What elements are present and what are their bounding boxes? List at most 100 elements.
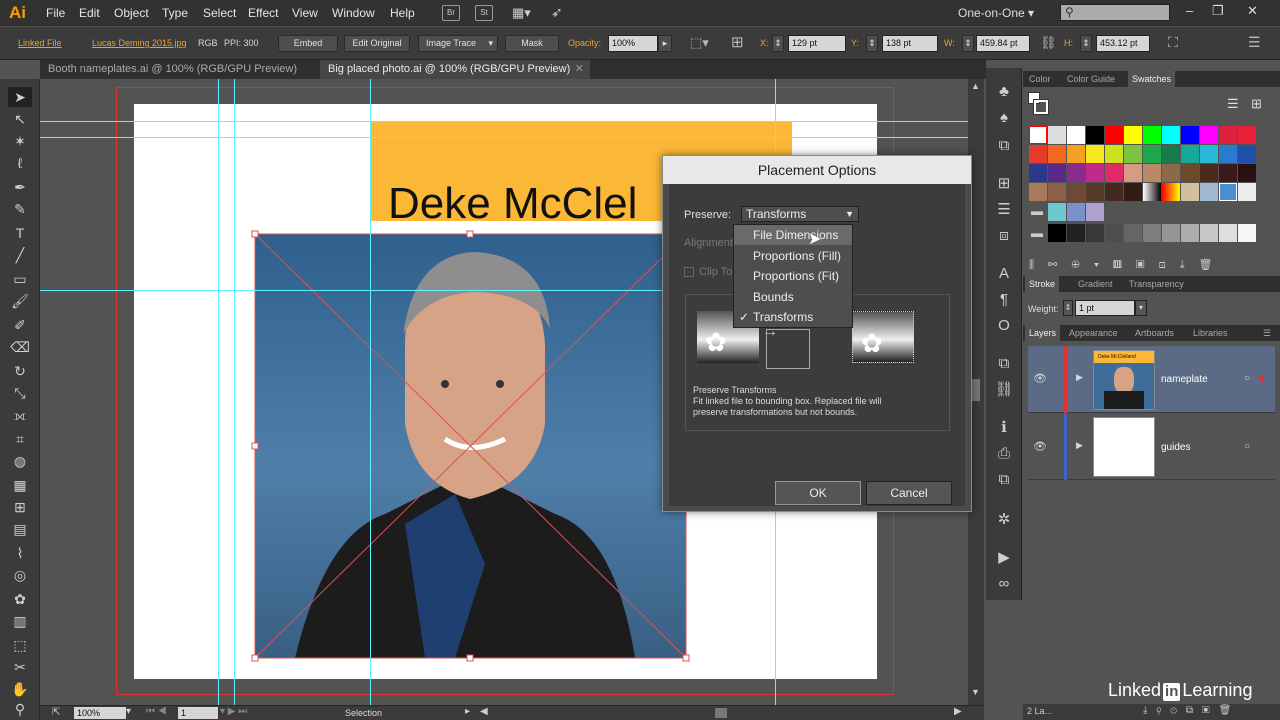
layer-name[interactable]: nameplate bbox=[1161, 374, 1208, 385]
swatch[interactable] bbox=[1181, 164, 1199, 182]
swatch[interactable] bbox=[1181, 126, 1199, 144]
edit-original-button[interactable]: Edit Original bbox=[344, 35, 410, 52]
swatch[interactable] bbox=[1143, 164, 1161, 182]
tab-layers[interactable]: Layers bbox=[1025, 325, 1061, 341]
info-icon[interactable]: ℹ bbox=[993, 418, 1015, 438]
opacity-label[interactable]: Opacity: bbox=[568, 38, 601, 48]
swatch[interactable] bbox=[1086, 183, 1104, 201]
swatch[interactable] bbox=[1086, 164, 1104, 182]
layer-row-guides[interactable]: 👁 ▶ guides ○ bbox=[1028, 414, 1275, 480]
folder-icon[interactable]: ▬ bbox=[1031, 226, 1043, 240]
weight-dropdown-icon[interactable]: ▾ bbox=[1135, 300, 1147, 316]
option-transforms[interactable]: ✓ Transforms bbox=[734, 307, 852, 327]
swatch[interactable] bbox=[1124, 145, 1142, 163]
minimize-button[interactable]: – bbox=[1186, 3, 1193, 18]
zoom-dropdown-icon[interactable]: ▾ bbox=[126, 706, 131, 717]
zoom-to-fit-icon[interactable]: ⇱ bbox=[52, 707, 60, 718]
swatch[interactable] bbox=[1048, 224, 1066, 242]
tab-swatches[interactable]: Swatches bbox=[1128, 71, 1176, 87]
width-tool-icon[interactable]: ⟗ bbox=[8, 405, 32, 425]
links-icon[interactable]: ⛓ bbox=[993, 380, 1015, 400]
magic-wand-tool-icon[interactable]: ✶ bbox=[8, 131, 32, 151]
perspective-grid-tool-icon[interactable]: ▦ bbox=[8, 475, 32, 495]
swatch[interactable] bbox=[1029, 183, 1047, 201]
y-input[interactable]: 138 pt bbox=[882, 35, 938, 52]
constrain-proportions-icon[interactable]: ⛓ bbox=[1040, 35, 1057, 51]
distribute-icon[interactable]: ☰ bbox=[993, 200, 1015, 220]
swatch[interactable] bbox=[1181, 224, 1199, 242]
swatch[interactable] bbox=[1124, 183, 1142, 201]
swatch[interactable] bbox=[1086, 203, 1104, 221]
line-tool-icon[interactable]: ╱ bbox=[8, 245, 32, 265]
swatch[interactable] bbox=[1067, 183, 1085, 201]
align-icon[interactable]: ⊞ bbox=[993, 174, 1015, 194]
symbols-icon[interactable]: ♣ bbox=[993, 82, 1015, 102]
visibility-eye-icon[interactable]: 👁 bbox=[1033, 440, 1047, 453]
w-input[interactable]: 459.84 pt bbox=[976, 35, 1030, 52]
swatch[interactable] bbox=[1124, 164, 1142, 182]
swatch[interactable] bbox=[1067, 126, 1085, 144]
fill-stroke-indicator[interactable] bbox=[1028, 92, 1049, 116]
opacity-arrow-icon[interactable]: ▸ bbox=[658, 35, 672, 52]
tab-booth-nameplates[interactable]: Booth nameplates.ai @ 100% (RGB/GPU Prev… bbox=[40, 60, 312, 79]
swatch[interactable] bbox=[1219, 164, 1237, 182]
paragraph-icon[interactable]: ¶ bbox=[993, 290, 1015, 310]
rotate-tool-icon[interactable]: ↻ bbox=[8, 361, 32, 381]
swatch[interactable] bbox=[1048, 145, 1066, 163]
artboard-number[interactable]: 1 bbox=[178, 707, 218, 719]
embed-button[interactable]: Embed bbox=[278, 35, 338, 52]
transform-panel-icon[interactable]: ⧉ bbox=[993, 354, 1015, 374]
cancel-button[interactable]: Cancel bbox=[866, 481, 952, 505]
weight-stepper[interactable]: ⇕ bbox=[1063, 300, 1073, 316]
swatch[interactable] bbox=[1219, 145, 1237, 163]
swatch[interactable] bbox=[1105, 224, 1123, 242]
swatch[interactable] bbox=[1048, 183, 1066, 201]
expand-triangle-icon[interactable]: ▶ bbox=[1076, 372, 1083, 383]
actions-icon[interactable]: ▶ bbox=[993, 548, 1015, 568]
zoom-level[interactable]: 100% bbox=[74, 707, 126, 719]
swatch[interactable] bbox=[1067, 164, 1085, 182]
zoom-tool-icon[interactable]: ⚲ bbox=[8, 699, 32, 719]
swatch[interactable] bbox=[1181, 145, 1199, 163]
recolor-icon[interactable]: ⬚▾ bbox=[690, 35, 709, 51]
blend-tool-icon[interactable]: ◎ bbox=[8, 565, 32, 585]
layers-footer-icons[interactable]: ⤓⚲⊙⧉▣🗑 bbox=[1143, 705, 1240, 716]
swatch[interactable] bbox=[1162, 145, 1180, 163]
symbol-sprayer-tool-icon[interactable]: ✿ bbox=[8, 589, 32, 609]
swatch-gradient[interactable] bbox=[1162, 183, 1180, 201]
paintbrush-tool-icon[interactable]: 🖌 bbox=[8, 291, 32, 311]
pen-tool-icon[interactable]: ✒ bbox=[8, 177, 32, 197]
lasso-tool-icon[interactable]: ℓ bbox=[8, 153, 32, 173]
swatch[interactable] bbox=[1162, 126, 1180, 144]
swatch[interactable] bbox=[1029, 164, 1047, 182]
transform-icon[interactable]: ⛶ bbox=[1168, 34, 1178, 51]
pathfinder-icon[interactable]: ⧈ bbox=[993, 226, 1015, 246]
shape-builder-tool-icon[interactable]: ◍ bbox=[8, 451, 32, 471]
target-circle-icon[interactable]: ○ bbox=[1244, 373, 1250, 384]
stock-button[interactable]: St bbox=[475, 5, 493, 21]
opacity-input[interactable]: 100% bbox=[608, 35, 658, 52]
swatch[interactable] bbox=[1200, 224, 1218, 242]
target-circle-icon[interactable]: ○ bbox=[1244, 441, 1250, 452]
swatch[interactable] bbox=[1162, 164, 1180, 182]
menu-file[interactable]: File bbox=[46, 6, 65, 20]
swatch[interactable] bbox=[1143, 126, 1161, 144]
option-bounds[interactable]: Bounds bbox=[734, 287, 852, 307]
tab-appearance[interactable]: Appearance bbox=[1069, 325, 1118, 341]
navigator-icon[interactable]: ⧉ bbox=[993, 470, 1015, 490]
close-button[interactable]: ✕ bbox=[1247, 3, 1258, 19]
swatch[interactable] bbox=[1086, 224, 1104, 242]
tab-transparency[interactable]: Transparency bbox=[1129, 276, 1184, 292]
selection-bounding-box[interactable] bbox=[250, 229, 692, 663]
swatch[interactable] bbox=[1105, 126, 1123, 144]
graphic-styles-icon[interactable]: ⧉ bbox=[993, 136, 1015, 156]
tab-libraries[interactable]: Libraries bbox=[1193, 325, 1228, 341]
swatch-none[interactable] bbox=[1029, 126, 1047, 144]
tab-color-guide[interactable]: Color Guide bbox=[1067, 71, 1115, 87]
swatch[interactable] bbox=[1143, 145, 1161, 163]
character-icon[interactable]: A bbox=[993, 264, 1015, 284]
menu-window[interactable]: Window bbox=[332, 6, 375, 20]
mask-button[interactable]: Mask bbox=[505, 35, 559, 52]
weight-input[interactable]: 1 pt bbox=[1075, 300, 1135, 316]
swatch[interactable] bbox=[1162, 224, 1180, 242]
